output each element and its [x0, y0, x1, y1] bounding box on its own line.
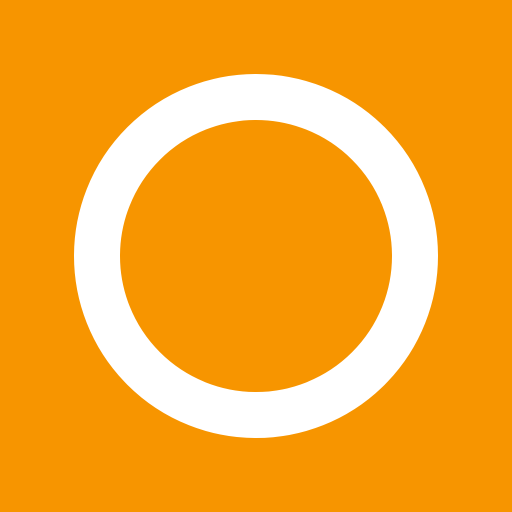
circle-outline-icon — [74, 74, 438, 438]
app-icon-tile — [0, 0, 512, 512]
ring — [74, 74, 438, 438]
